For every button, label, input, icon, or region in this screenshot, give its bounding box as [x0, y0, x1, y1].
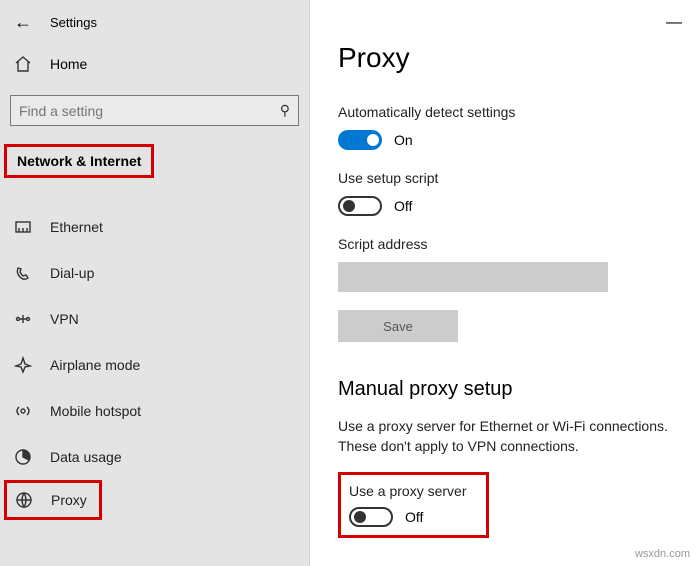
- use-proxy-label: Use a proxy server: [349, 483, 466, 499]
- page-title: Proxy: [338, 42, 700, 74]
- use-proxy-state: Off: [405, 509, 423, 525]
- dialup-icon: [14, 264, 32, 282]
- home-icon: [14, 55, 32, 73]
- search-input[interactable]: [19, 103, 280, 119]
- auto-detect-state: On: [394, 132, 413, 148]
- airplane-icon: [14, 356, 32, 374]
- manual-section-title: Manual proxy setup: [338, 378, 700, 401]
- hotspot-icon: [14, 402, 32, 420]
- category-title: Network & Internet: [4, 144, 154, 178]
- sidebar-item-airplane[interactable]: Airplane mode: [0, 342, 309, 388]
- sidebar-item-proxy[interactable]: Proxy: [7, 483, 87, 517]
- nav-label: VPN: [50, 311, 79, 327]
- script-address-label: Script address: [338, 236, 700, 252]
- setup-script-toggle[interactable]: [338, 196, 382, 216]
- home-label: Home: [50, 56, 87, 72]
- save-button[interactable]: Save: [338, 310, 458, 342]
- proxy-icon: [15, 491, 33, 509]
- nav-label: Ethernet: [50, 219, 103, 235]
- sidebar: ← Settings Home ⚲ Network & Internet Eth…: [0, 0, 310, 566]
- search-icon: ⚲: [280, 102, 290, 119]
- setup-script-label: Use setup script: [338, 170, 700, 186]
- sidebar-item-dialup[interactable]: Dial-up: [0, 250, 309, 296]
- nav-label: Proxy: [51, 492, 87, 508]
- sidebar-item-vpn[interactable]: VPN: [0, 296, 309, 342]
- watermark: wsxdn.com: [635, 548, 690, 560]
- sidebar-item-datausage[interactable]: Data usage: [0, 434, 309, 480]
- datausage-icon: [14, 448, 32, 466]
- auto-detect-label: Automatically detect settings: [338, 104, 700, 120]
- nav-label: Dial-up: [50, 265, 94, 281]
- content-pane: — Proxy Automatically detect settings On…: [310, 0, 700, 566]
- nav-label: Mobile hotspot: [50, 403, 141, 419]
- setup-script-state: Off: [394, 198, 412, 214]
- sidebar-item-ethernet[interactable]: Ethernet: [0, 204, 309, 250]
- vpn-icon: [14, 310, 32, 328]
- nav-label: Airplane mode: [50, 357, 140, 373]
- auto-detect-toggle[interactable]: [338, 130, 382, 150]
- sidebar-item-home[interactable]: Home: [0, 47, 309, 81]
- minimize-icon[interactable]: —: [666, 14, 682, 32]
- search-input-container[interactable]: ⚲: [10, 95, 299, 126]
- manual-section-desc: Use a proxy server for Ethernet or Wi-Fi…: [338, 417, 700, 456]
- nav-label: Data usage: [50, 449, 122, 465]
- back-icon[interactable]: ←: [14, 12, 32, 33]
- manual-proxy-highlight: Use a proxy server Off: [338, 472, 489, 538]
- settings-title: Settings: [50, 15, 97, 30]
- sidebar-item-hotspot[interactable]: Mobile hotspot: [0, 388, 309, 434]
- use-proxy-toggle[interactable]: [349, 507, 393, 527]
- ethernet-icon: [14, 218, 32, 236]
- script-address-input[interactable]: [338, 262, 608, 292]
